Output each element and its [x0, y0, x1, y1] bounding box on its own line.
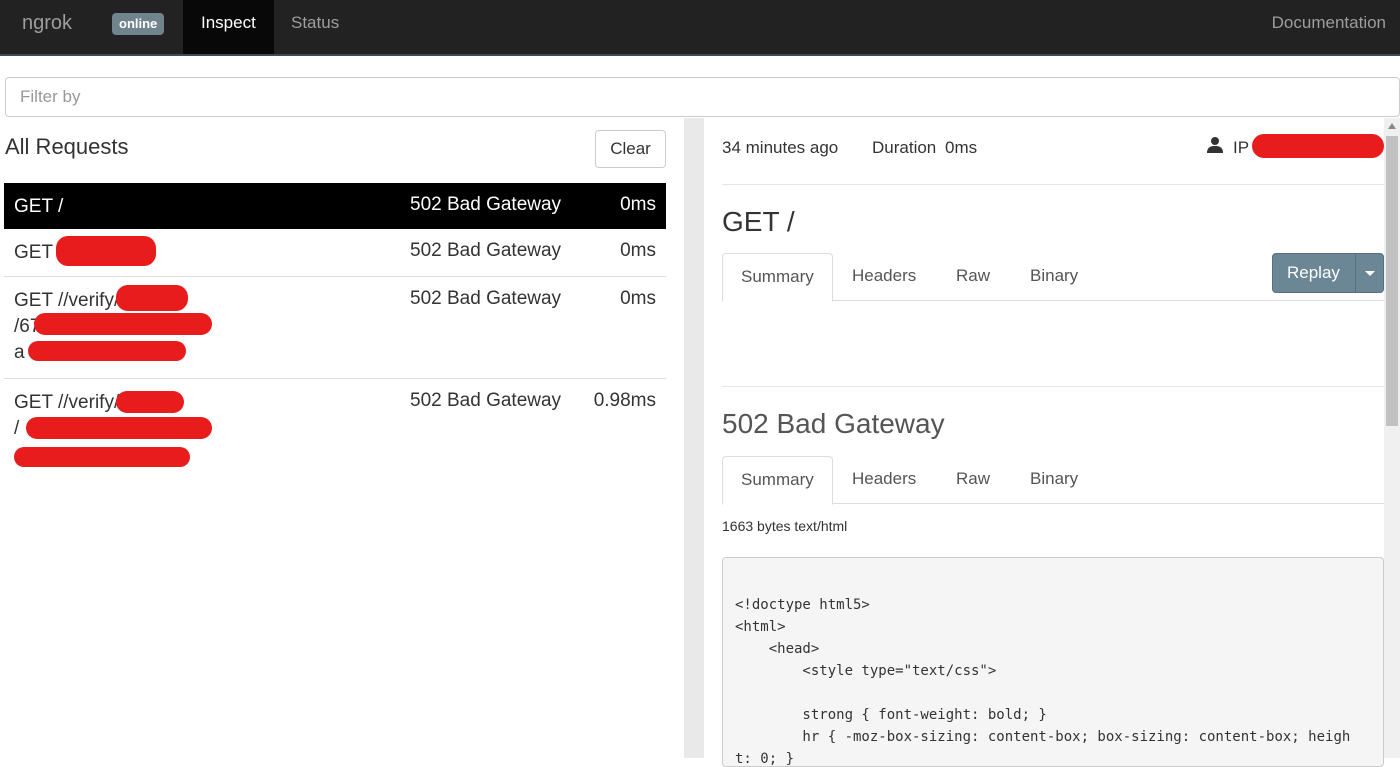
request-status: 502 Bad Gateway: [410, 240, 562, 261]
redaction-mark: [116, 391, 184, 413]
request-duration: 0.98ms: [593, 390, 656, 411]
response-body: <!doctype html5> <html> <head> <style ty…: [722, 557, 1384, 767]
tab-binary[interactable]: Binary: [1012, 456, 1096, 504]
scrollbar-thumb[interactable]: [1386, 136, 1398, 426]
request-duration: 0ms: [620, 240, 656, 261]
request-path: GET /: [14, 196, 64, 217]
navbar: ngrok online Inspect Status Documentatio…: [0, 0, 1400, 56]
request-status: 502 Bad Gateway: [410, 390, 562, 411]
scroll-up-icon[interactable]: [1388, 123, 1396, 129]
request-status: 502 Bad Gateway: [410, 288, 562, 309]
request-duration: 0ms: [620, 194, 656, 215]
tab-headers[interactable]: Headers: [834, 456, 934, 504]
redaction-mark: [56, 236, 156, 266]
redaction-mark: [116, 285, 188, 311]
request-title: GET /: [722, 206, 795, 237]
request-detail-panel: 34 minutes ago Duration 0ms IP GET / Sum…: [704, 118, 1384, 767]
response-size: 1663 bytes text/html: [722, 518, 848, 534]
response-tabs: Summary Headers Raw Binary: [722, 456, 1384, 505]
duration-label: Duration: [872, 138, 937, 157]
requests-panel: All Requests Clear GET / 502 Bad Gateway…: [0, 118, 684, 758]
brand-logo[interactable]: ngrok: [22, 12, 72, 35]
tab-headers[interactable]: Headers: [834, 253, 934, 301]
filter-input[interactable]: [5, 77, 1400, 117]
request-row[interactable]: GET //verify/ /67b a 502 Bad Gateway 0ms: [4, 277, 666, 379]
redaction-mark: [26, 417, 212, 439]
request-row[interactable]: GET / 502 Bad Gateway 0ms: [4, 183, 666, 229]
replay-button[interactable]: Replay: [1272, 253, 1384, 293]
divider: [722, 184, 1384, 185]
chevron-down-icon[interactable]: [1355, 254, 1383, 292]
clear-button[interactable]: Clear: [595, 130, 666, 168]
request-row[interactable]: GET //verify/ / 502 Bad Gateway 0.98ms: [4, 379, 666, 479]
redaction-mark: [1252, 134, 1384, 158]
ip-label: IP: [1233, 138, 1250, 157]
request-list: GET / 502 Bad Gateway 0ms GET 502 Bad Ga…: [4, 183, 666, 479]
request-row[interactable]: GET 502 Bad Gateway 0ms: [4, 229, 666, 277]
replay-label: Replay: [1287, 263, 1340, 282]
status-badge: online: [112, 13, 165, 35]
scrollbar[interactable]: [1384, 118, 1400, 758]
tab-status[interactable]: Status: [273, 0, 357, 54]
redaction-mark: [34, 313, 212, 335]
tab-raw[interactable]: Raw: [938, 456, 1008, 504]
requests-title: All Requests: [5, 134, 129, 159]
request-status: 502 Bad Gateway: [410, 194, 562, 215]
documentation-link[interactable]: Documentation: [1272, 0, 1386, 46]
tab-raw[interactable]: Raw: [938, 253, 1008, 301]
tab-summary[interactable]: Summary: [722, 253, 833, 302]
tab-inspect[interactable]: Inspect: [183, 0, 274, 54]
redaction-mark: [28, 341, 186, 361]
response-title: 502 Bad Gateway: [722, 408, 945, 439]
tab-binary[interactable]: Binary: [1012, 253, 1096, 301]
user-icon: [1207, 137, 1223, 153]
duration-value: 0ms: [945, 138, 978, 157]
request-duration: 0ms: [620, 288, 656, 309]
panel-splitter[interactable]: [684, 118, 704, 758]
time-ago: 34 minutes ago: [722, 138, 839, 157]
divider: [722, 386, 1384, 387]
redaction-mark: [14, 447, 190, 467]
tab-summary[interactable]: Summary: [722, 456, 833, 505]
